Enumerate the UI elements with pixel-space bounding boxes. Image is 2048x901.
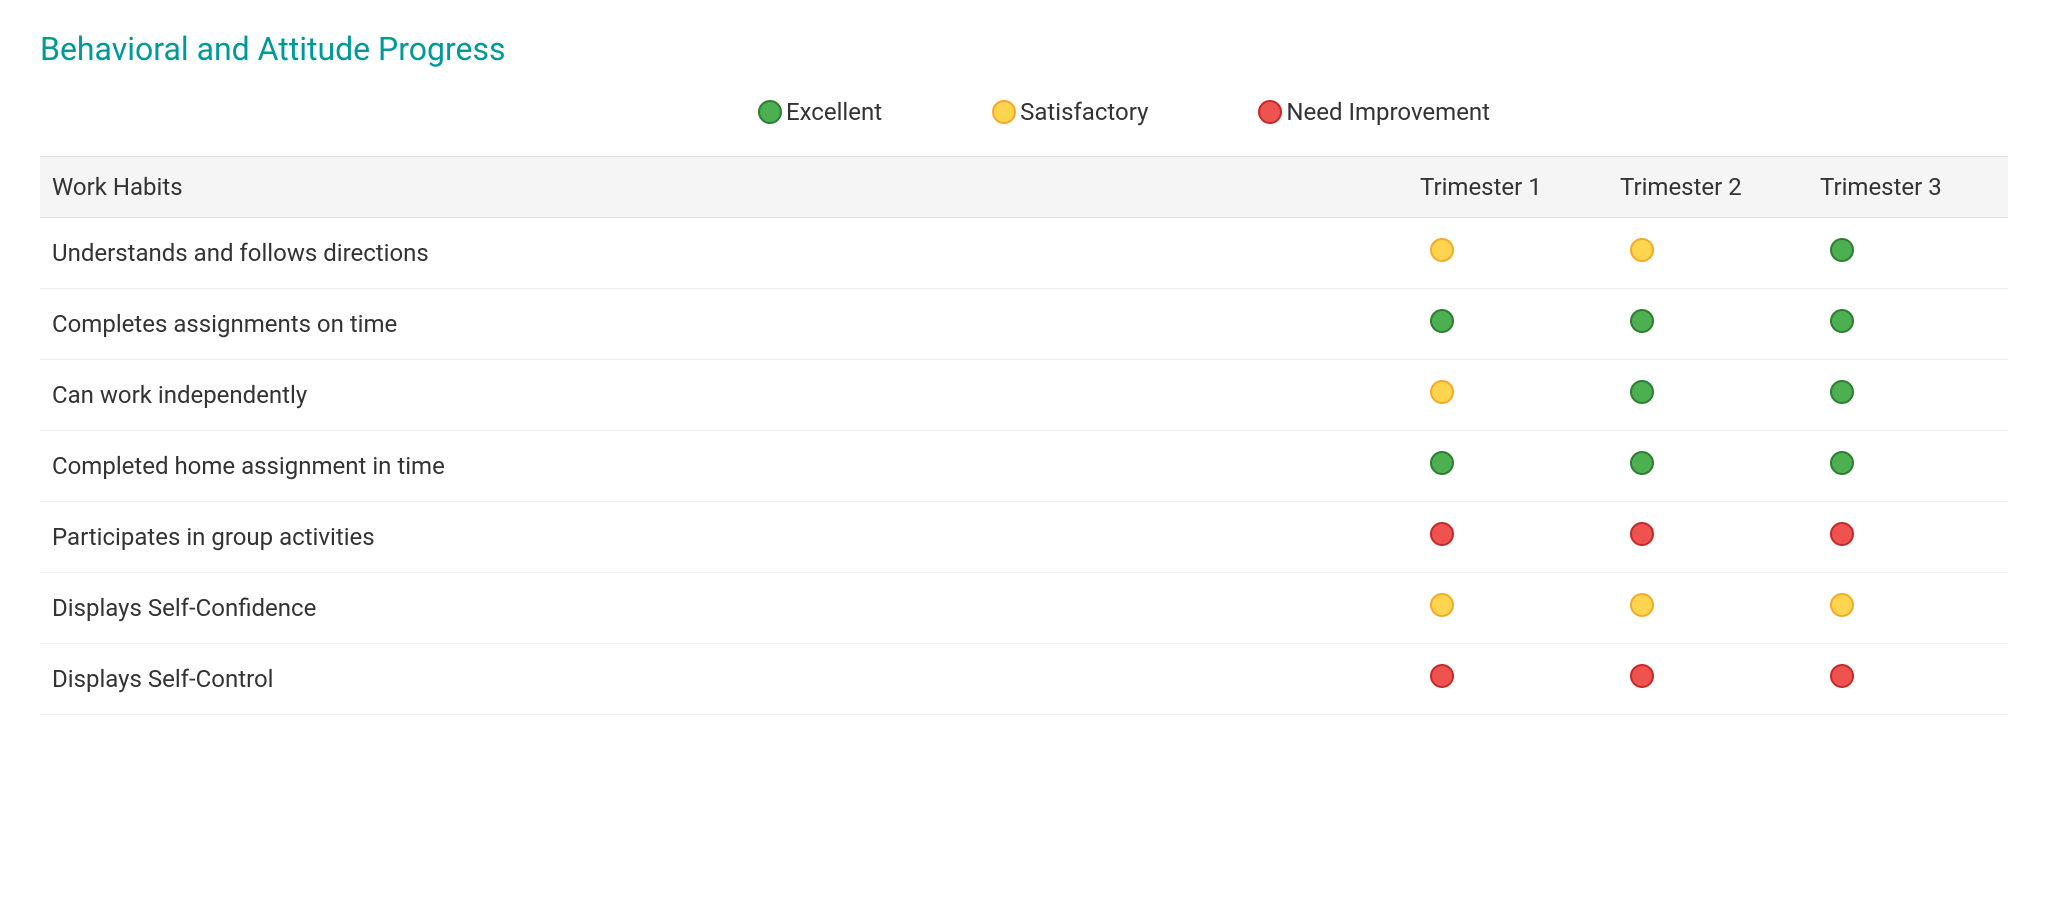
row-status-t2 bbox=[1608, 218, 1808, 289]
need-improvement-icon bbox=[1830, 664, 1854, 688]
row-status-t1 bbox=[1408, 431, 1608, 502]
satisfactory-icon bbox=[1630, 238, 1654, 262]
header-trimester-1: Trimester 1 bbox=[1408, 157, 1608, 218]
excellent-icon bbox=[1830, 451, 1854, 475]
satisfactory-icon bbox=[1430, 380, 1454, 404]
row-label: Can work independently bbox=[40, 360, 1408, 431]
row-status-t1 bbox=[1408, 360, 1608, 431]
row-status-t3 bbox=[1808, 289, 2008, 360]
satisfactory-icon bbox=[1830, 593, 1854, 617]
satisfactory-icon bbox=[1630, 593, 1654, 617]
excellent-icon bbox=[758, 100, 782, 124]
row-label: Displays Self-Control bbox=[40, 644, 1408, 715]
need-improvement-icon bbox=[1430, 664, 1454, 688]
table-row: Participates in group activities bbox=[40, 502, 2008, 573]
legend-item-satisfactory: Satisfactory bbox=[992, 98, 1148, 126]
row-status-t3 bbox=[1808, 360, 2008, 431]
row-status-t2 bbox=[1608, 644, 1808, 715]
legend-item-excellent: Excellent bbox=[758, 98, 882, 126]
header-work-habits: Work Habits bbox=[40, 157, 1408, 218]
row-label: Understands and follows directions bbox=[40, 218, 1408, 289]
header-trimester-2: Trimester 2 bbox=[1608, 157, 1808, 218]
table-row: Understands and follows directions bbox=[40, 218, 2008, 289]
row-status-t1 bbox=[1408, 218, 1608, 289]
excellent-icon bbox=[1630, 380, 1654, 404]
row-label: Participates in group activities bbox=[40, 502, 1408, 573]
excellent-icon bbox=[1430, 309, 1454, 333]
excellent-icon bbox=[1630, 309, 1654, 333]
legend-label-satisfactory: Satisfactory bbox=[1020, 98, 1148, 126]
table-row: Completed home assignment in time bbox=[40, 431, 2008, 502]
row-status-t1 bbox=[1408, 573, 1608, 644]
excellent-icon bbox=[1630, 451, 1654, 475]
row-label: Completed home assignment in time bbox=[40, 431, 1408, 502]
table-header-row: Work Habits Trimester 1 Trimester 2 Trim… bbox=[40, 157, 2008, 218]
section-title: Behavioral and Attitude Progress bbox=[40, 30, 2008, 68]
row-status-t2 bbox=[1608, 502, 1808, 573]
row-status-t1 bbox=[1408, 644, 1608, 715]
row-status-t3 bbox=[1808, 431, 2008, 502]
header-trimester-3: Trimester 3 bbox=[1808, 157, 2008, 218]
progress-table: Work Habits Trimester 1 Trimester 2 Trim… bbox=[40, 156, 2008, 715]
table-row: Displays Self-Confidence bbox=[40, 573, 2008, 644]
excellent-icon bbox=[1830, 309, 1854, 333]
need-improvement-icon bbox=[1630, 522, 1654, 546]
row-status-t3 bbox=[1808, 218, 2008, 289]
need-improvement-icon bbox=[1258, 100, 1282, 124]
excellent-icon bbox=[1830, 238, 1854, 262]
excellent-icon bbox=[1830, 380, 1854, 404]
row-status-t3 bbox=[1808, 644, 2008, 715]
table-row: Can work independently bbox=[40, 360, 2008, 431]
row-status-t2 bbox=[1608, 431, 1808, 502]
row-status-t1 bbox=[1408, 289, 1608, 360]
excellent-icon bbox=[1430, 451, 1454, 475]
legend-item-need-improvement: Need Improvement bbox=[1258, 98, 1490, 126]
legend-label-need-improvement: Need Improvement bbox=[1286, 98, 1490, 126]
table-row: Displays Self-Control bbox=[40, 644, 2008, 715]
row-status-t3 bbox=[1808, 573, 2008, 644]
row-label: Completes assignments on time bbox=[40, 289, 1408, 360]
row-status-t1 bbox=[1408, 502, 1608, 573]
need-improvement-icon bbox=[1630, 664, 1654, 688]
satisfactory-icon bbox=[1430, 593, 1454, 617]
row-status-t2 bbox=[1608, 289, 1808, 360]
row-status-t2 bbox=[1608, 360, 1808, 431]
table-row: Completes assignments on time bbox=[40, 289, 2008, 360]
row-label: Displays Self-Confidence bbox=[40, 573, 1408, 644]
need-improvement-icon bbox=[1830, 522, 1854, 546]
row-status-t3 bbox=[1808, 502, 2008, 573]
legend-label-excellent: Excellent bbox=[786, 98, 882, 126]
need-improvement-icon bbox=[1430, 522, 1454, 546]
satisfactory-icon bbox=[992, 100, 1016, 124]
satisfactory-icon bbox=[1430, 238, 1454, 262]
legend: Excellent Satisfactory Need Improvement bbox=[40, 98, 2008, 126]
row-status-t2 bbox=[1608, 573, 1808, 644]
